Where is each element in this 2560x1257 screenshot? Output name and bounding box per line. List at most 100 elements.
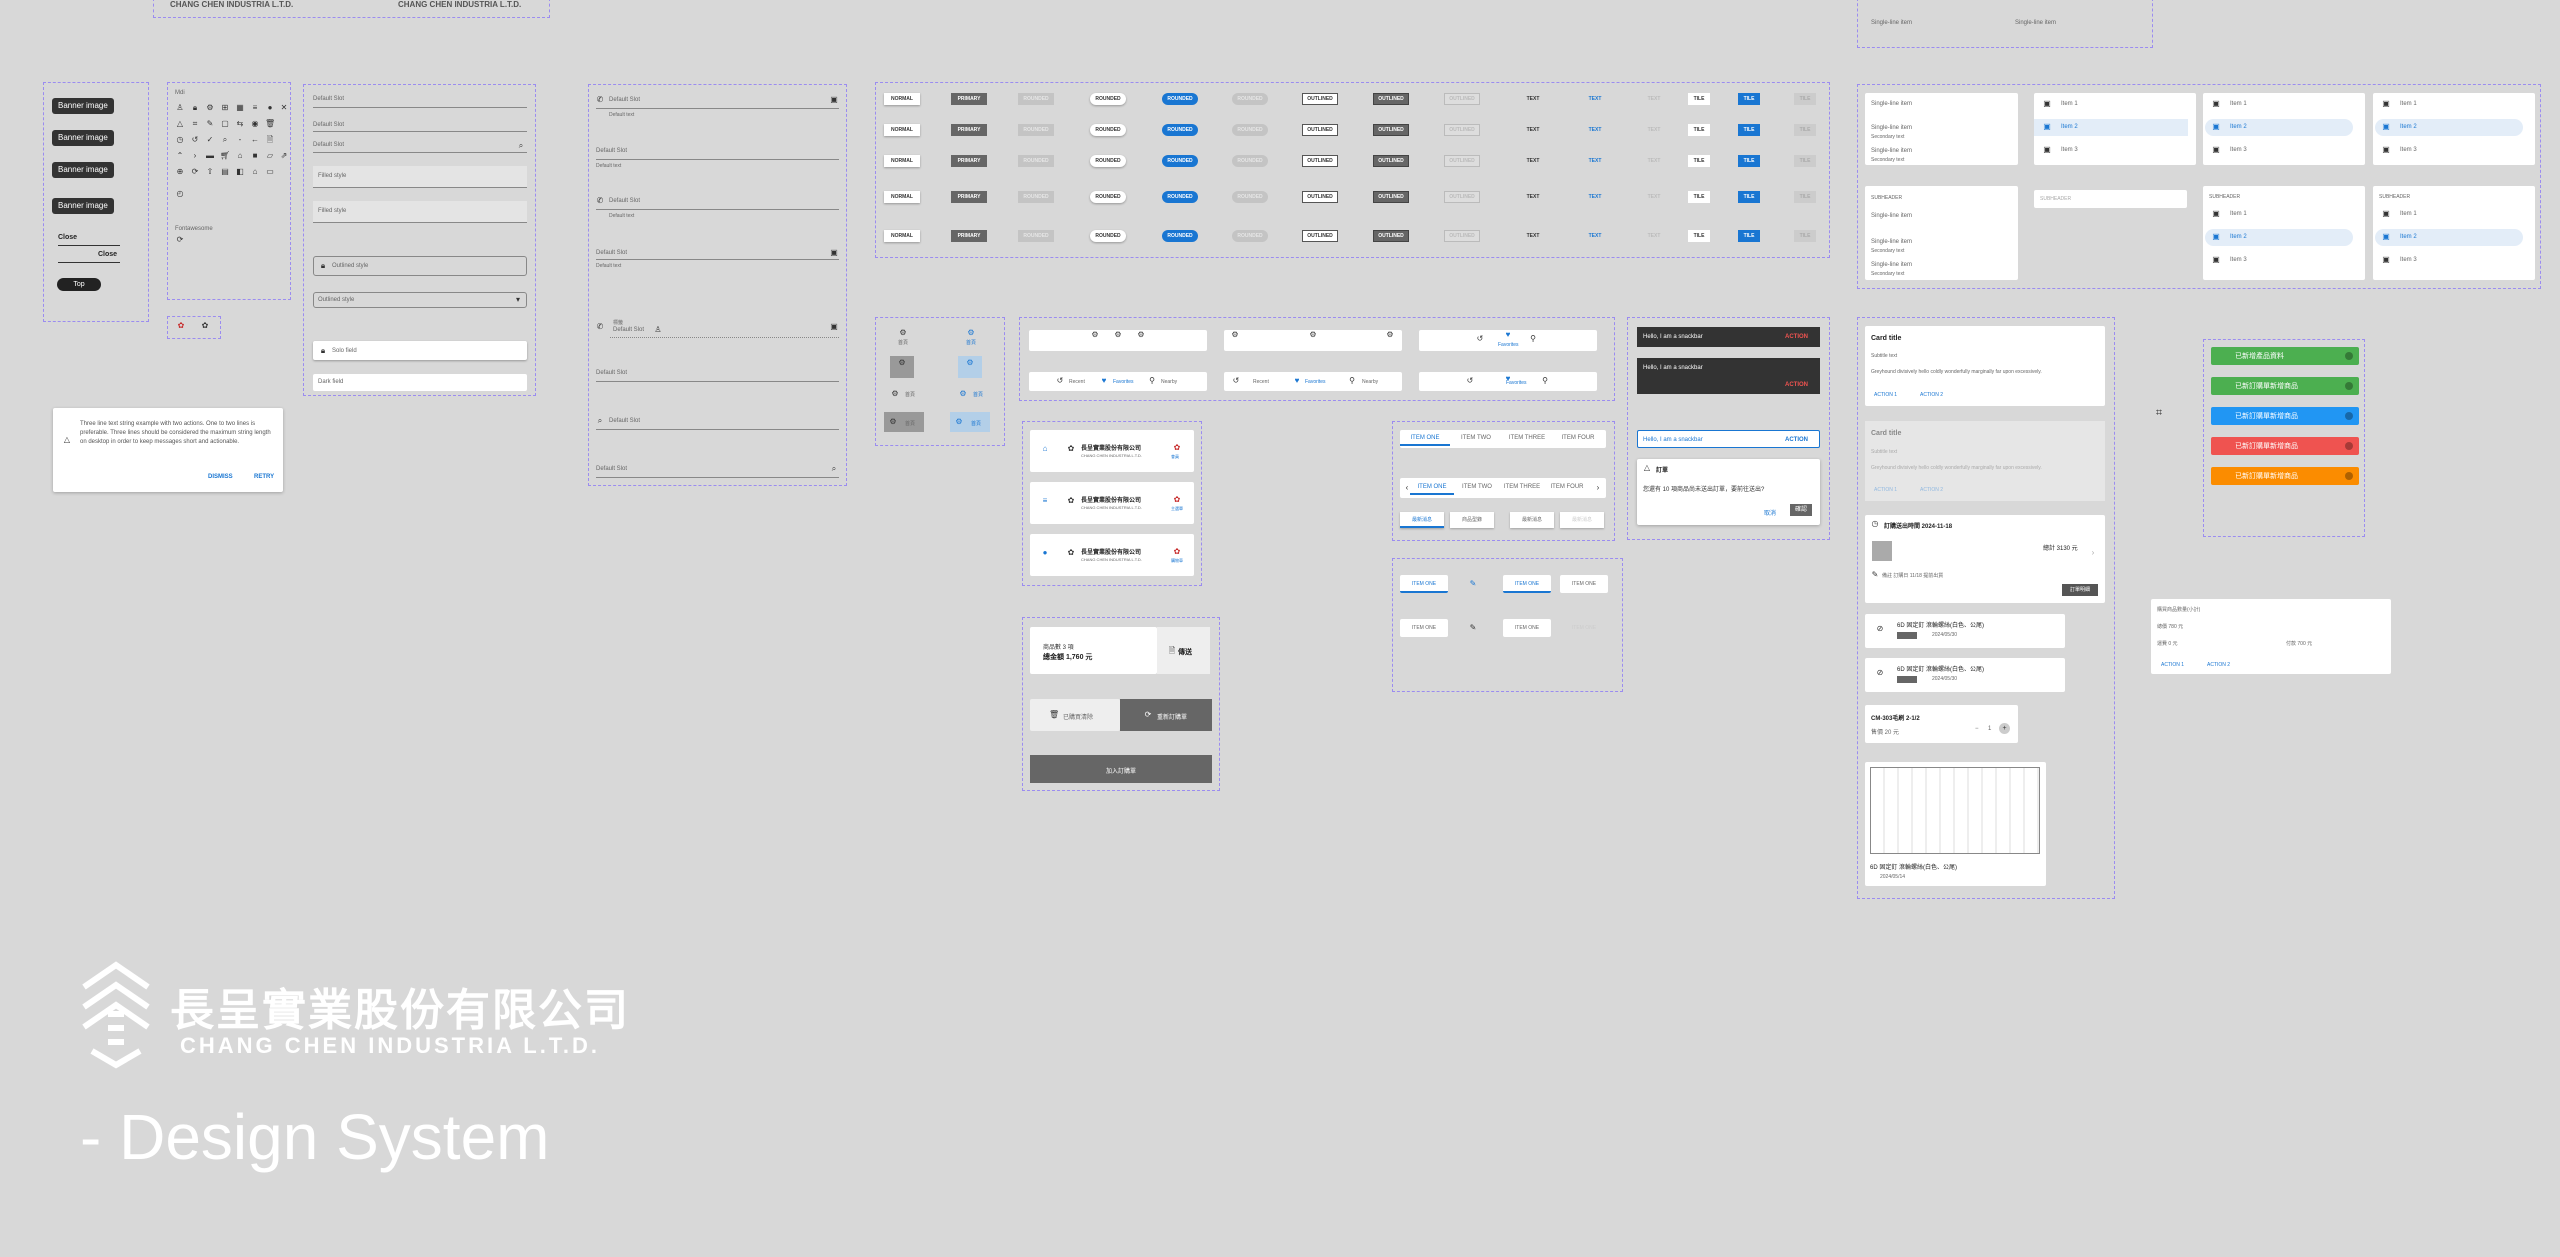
tab-item-card[interactable]: ITEM ONE: [1560, 619, 1608, 637]
primary-button[interactable]: PRIMARY: [951, 155, 987, 167]
bn5-favorites[interactable]: Favorites: [1305, 379, 1326, 385]
close-link-1[interactable]: Close: [58, 234, 77, 241]
list-item[interactable]: Item 1: [2230, 101, 2247, 107]
outlined-button[interactable]: OUTLINED: [1444, 191, 1480, 203]
order-detail-button[interactable]: 訂單明細: [2062, 584, 2098, 596]
list-item[interactable]: Item 3: [2400, 147, 2417, 153]
bn1-icon-3[interactable]: ⚙: [1136, 330, 1146, 340]
text-button[interactable]: TEXT: [1636, 124, 1672, 136]
bn3-history-icon[interactable]: ↺: [1475, 334, 1485, 344]
list-item[interactable]: Item 2: [2230, 234, 2247, 240]
tile-button[interactable]: TILE: [1794, 124, 1816, 136]
list-item[interactable]: Item 3: [2230, 147, 2247, 153]
outlined-button[interactable]: OUTLINED: [1302, 230, 1338, 242]
banner-image-3[interactable]: Banner image: [52, 162, 114, 178]
tab-item-card[interactable]: ITEM ONE: [1503, 575, 1551, 593]
outlined-button[interactable]: OUTLINED: [1302, 124, 1338, 136]
primary-button[interactable]: PRIMARY: [951, 230, 987, 242]
list-item[interactable]: Item 1: [2061, 101, 2078, 107]
text-button[interactable]: TEXT: [1636, 93, 1672, 105]
snackbar-3-action[interactable]: ACTION: [1785, 437, 1808, 443]
confirm-cancel[interactable]: 取消: [1764, 508, 1776, 517]
header-right-icon[interactable]: ✿: [1172, 443, 1182, 453]
rounded-button[interactable]: ROUNDED: [1090, 191, 1126, 203]
rounded-button[interactable]: ROUNDED: [1090, 155, 1126, 167]
rounded-button[interactable]: ROUNDED: [1232, 155, 1268, 167]
bn2-icon-2[interactable]: ⚙: [1308, 330, 1318, 340]
list5-single-2[interactable]: Single-line item: [1871, 239, 1912, 245]
tile-button[interactable]: TILE: [1738, 155, 1760, 167]
text-button[interactable]: TEXT: [1577, 230, 1613, 242]
nav-settings-icon-2[interactable]: ⚙: [966, 328, 976, 338]
list-item[interactable]: Item 1: [2400, 211, 2417, 217]
text-button[interactable]: TEXT: [1515, 230, 1551, 242]
rounded-button[interactable]: ROUNDED: [1232, 124, 1268, 136]
banner-image-4[interactable]: Banner image: [52, 198, 114, 214]
tab-item[interactable]: ITEM FOUR: [1553, 435, 1603, 444]
bn6-favorites[interactable]: Favorites: [1506, 380, 1527, 386]
bn5-heart-icon[interactable]: ♥: [1292, 376, 1302, 386]
bn4-heart-icon[interactable]: ♥: [1099, 376, 1109, 386]
primary-button[interactable]: PRIMARY: [951, 93, 987, 105]
outlined-button[interactable]: OUTLINED: [1373, 93, 1409, 105]
default-slot-b1[interactable]: [596, 108, 839, 109]
top-list-item-1[interactable]: Single-line item: [1871, 20, 1912, 26]
bn2-icon-3[interactable]: ⚙: [1385, 330, 1395, 340]
rounded-button[interactable]: ROUNDED: [1090, 93, 1126, 105]
text-button[interactable]: TEXT: [1515, 191, 1551, 203]
bn6-location-icon[interactable]: ⚲: [1540, 376, 1550, 386]
tile-button[interactable]: TILE: [1738, 191, 1760, 203]
tab-item-card[interactable]: ITEM ONE: [1503, 619, 1551, 637]
tab-item-card[interactable]: ITEM ONE: [1400, 619, 1448, 637]
banner-image-1[interactable]: Banner image: [52, 98, 114, 114]
list1-single-2[interactable]: Single-line item: [1871, 125, 1912, 131]
tile-button[interactable]: TILE: [1688, 93, 1710, 105]
menu-icon[interactable]: ≡: [1040, 496, 1050, 506]
tabs-next-icon[interactable]: ›: [1593, 483, 1603, 493]
nav-settings-icon-1[interactable]: ⚙: [898, 328, 908, 338]
tab-item[interactable]: ITEM FOUR: [1545, 484, 1589, 493]
order-chevron-icon[interactable]: ›: [2088, 548, 2098, 558]
text-button[interactable]: TEXT: [1636, 230, 1672, 242]
header-right-icon[interactable]: ✿: [1172, 495, 1182, 505]
default-slot-b8[interactable]: [596, 477, 839, 478]
list-item[interactable]: Item 3: [2061, 147, 2078, 153]
snackbar-1-action[interactable]: ACTION: [1785, 334, 1808, 340]
notice-1[interactable]: 已新增產品資料: [2211, 347, 2359, 365]
list-item[interactable]: Item 2: [2061, 124, 2078, 130]
list-item[interactable]: Item 3: [2230, 257, 2247, 263]
list5-single-3[interactable]: Single-line item: [1871, 262, 1912, 268]
normal-button[interactable]: NORMAL: [884, 124, 920, 136]
bn4-history-icon[interactable]: ↺: [1055, 376, 1065, 386]
back-icon[interactable]: ●: [1040, 548, 1050, 558]
rounded-button[interactable]: ROUNDED: [1232, 230, 1268, 242]
card-2-action-1[interactable]: ACTION 1: [1874, 487, 1897, 493]
list-item[interactable]: Item 3: [2400, 257, 2417, 263]
text-button[interactable]: TEXT: [1515, 93, 1551, 105]
text-button[interactable]: TEXT: [1515, 155, 1551, 167]
tile-button[interactable]: TILE: [1688, 191, 1710, 203]
list-item[interactable]: Item 1: [2400, 101, 2417, 107]
tab-item[interactable]: ITEM TWO: [1451, 435, 1501, 444]
bn4-favorites[interactable]: Favorites: [1113, 379, 1134, 385]
bn5-location-icon[interactable]: ⚲: [1347, 376, 1357, 386]
bn4-recent[interactable]: Recent: [1069, 379, 1085, 385]
rounded-button[interactable]: ROUNDED: [1018, 230, 1054, 242]
tile-button[interactable]: TILE: [1738, 124, 1760, 136]
rounded-button[interactable]: ROUNDED: [1232, 93, 1268, 105]
outlined-button[interactable]: OUTLINED: [1373, 124, 1409, 136]
qr-scan-icon[interactable]: ⌗: [2154, 408, 2164, 419]
rounded-button[interactable]: ROUNDED: [1162, 191, 1198, 203]
tile-button[interactable]: TILE: [1688, 155, 1710, 167]
tab-pencil-icon[interactable]: ✎: [1468, 579, 1478, 589]
bn5-nearby[interactable]: Nearby: [1362, 379, 1378, 385]
home-icon[interactable]: ⌂: [1040, 444, 1050, 454]
tab-item-card[interactable]: ITEM ONE: [1560, 575, 1608, 593]
rounded-button[interactable]: ROUNDED: [1090, 230, 1126, 242]
tab-item[interactable]: ITEM THREE: [1502, 435, 1552, 444]
default-slot-b4[interactable]: [596, 259, 839, 260]
bn3-heart-icon[interactable]: ♥: [1503, 330, 1513, 340]
qty-minus[interactable]: −: [1975, 726, 1979, 732]
confirm-ok[interactable]: 確認: [1790, 504, 1812, 516]
notice-3[interactable]: 已新訂購單新增商品: [2211, 407, 2359, 425]
